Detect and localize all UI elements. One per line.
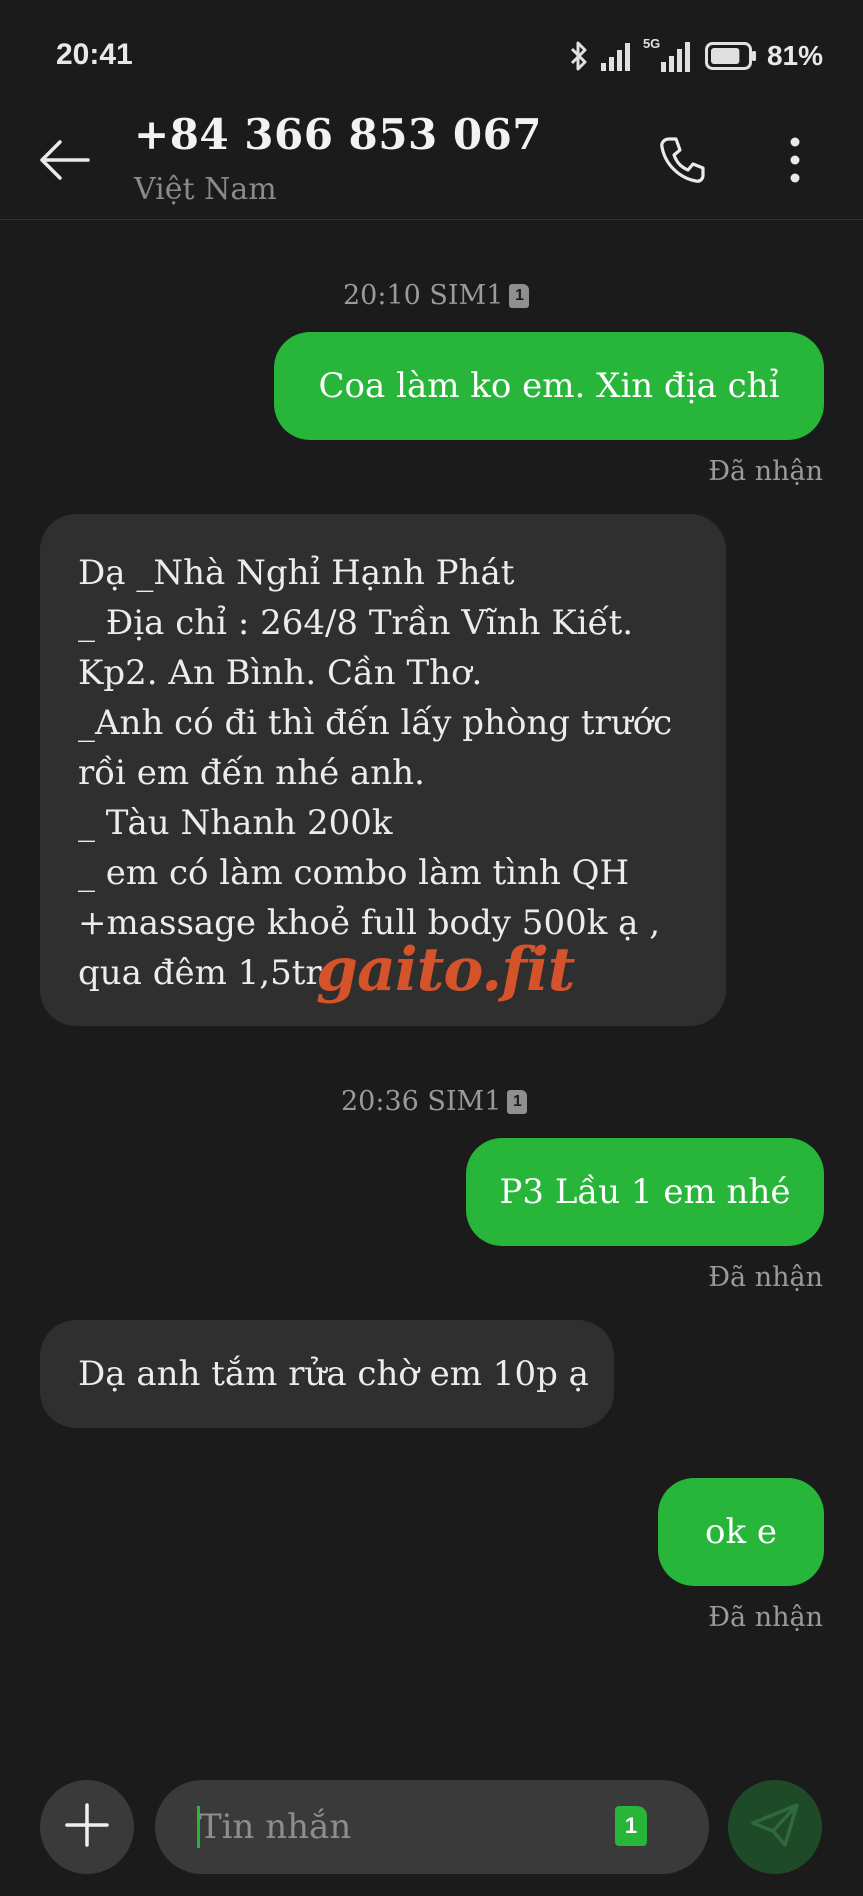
more-options-button[interactable] [770,130,820,194]
message-line: _ em có làm combo làm tình QH [78,853,630,893]
sim-selector-icon[interactable]: 1 [615,1806,647,1846]
signal-icon [599,41,633,71]
phone-icon [657,135,707,189]
status-bar: 20:41 5G 81% [0,0,863,110]
back-button[interactable] [34,132,94,192]
message-text: P3 Lầu 1 em nhé [499,1172,791,1212]
conversation-header: +84 366 853 067 Việt Nam [0,110,863,220]
watermark-logo: gaito.fit [316,935,576,1005]
attach-button[interactable] [40,1780,134,1874]
arrow-left-icon [38,140,90,184]
message-line: Dạ anh tắm rửa chờ em 10p ạ [78,1354,589,1394]
message-line: _Anh có đi thì đến lấy phòng trước [78,703,673,743]
timestamp-text: 20:10 SIM1 [343,280,504,311]
battery-icon [704,41,757,71]
outgoing-message-bubble[interactable]: ok e [658,1478,824,1586]
contact-number: +84 366 853 067 [134,110,543,159]
message-timestamp: 20:36 SIM1 1 [341,1086,528,1117]
message-text: Coa làm ko em. Xin địa chỉ [318,366,780,406]
more-vertical-icon [789,137,801,187]
message-line: _ Địa chỉ : 264/8 Trần Vĩnh Kiết. [78,603,634,643]
contact-country: Việt Nam [134,172,277,207]
outgoing-message-bubble[interactable]: P3 Lầu 1 em nhé [466,1138,824,1246]
message-input-container[interactable]: 1 [155,1780,709,1874]
message-line: rồi em đến nhé anh. [78,753,425,793]
message-input[interactable] [199,1780,619,1874]
battery-percent: 81% [766,40,823,71]
delivery-status: Đã nhận [708,1602,823,1633]
message-line: Dạ _Nhà Nghỉ Hạnh Phát [78,553,515,593]
bluetooth-icon [569,40,589,72]
signal-5g-icon: 5G [643,36,695,72]
message-text: ok e [704,1512,777,1552]
sim-badge-icon: 1 [509,283,530,308]
plus-icon [64,1802,110,1852]
sim-badge-icon: 1 [507,1089,528,1114]
message-line: _ Tàu Nhanh 200k [78,803,393,843]
call-button[interactable] [650,130,714,194]
status-icons: 5G 81% [569,36,823,74]
timestamp-text: 20:36 SIM1 [341,1086,502,1117]
message-composer: 1 [0,1760,863,1896]
delivery-status: Đã nhận [708,456,823,487]
send-button[interactable] [728,1780,822,1874]
outgoing-message-bubble[interactable]: Coa làm ko em. Xin địa chỉ [274,332,824,440]
delivery-status: Đã nhận [708,1262,823,1293]
message-timestamp: 20:10 SIM1 1 [343,280,530,311]
status-time: 20:41 [56,38,133,71]
messaging-screen: 20:41 5G 81% +84 366 853 067 Việt Nam 20… [0,0,863,1896]
message-line: Kp2. An Bình. Cần Thơ. [78,653,483,693]
incoming-message-bubble[interactable]: Dạ anh tắm rửa chờ em 10p ạ [40,1320,614,1428]
send-icon [751,1803,799,1851]
